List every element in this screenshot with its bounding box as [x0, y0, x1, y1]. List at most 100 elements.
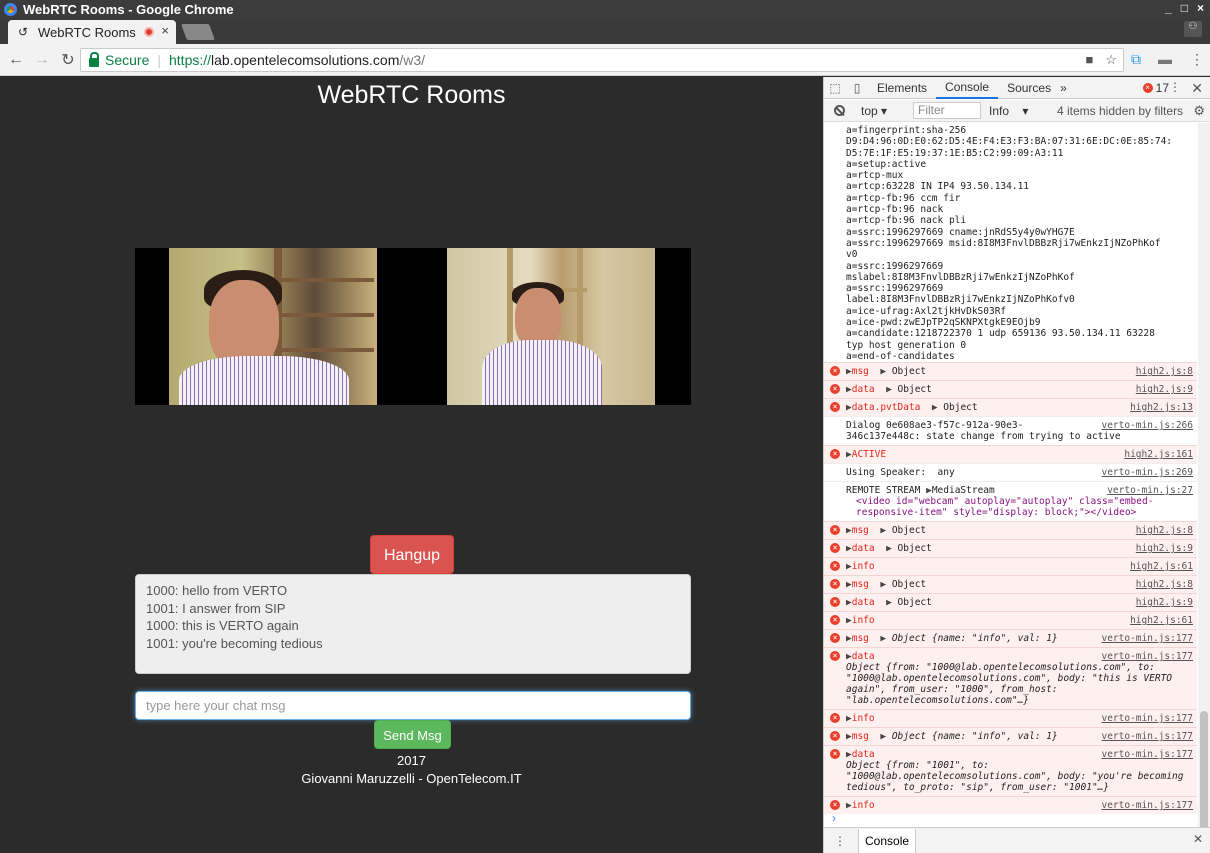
drawer-menu-icon[interactable]: ⋮ [834, 834, 846, 848]
source-link[interactable]: verto-min.js:177 [1101, 651, 1193, 662]
source-link[interactable]: high2.js:61 [1130, 615, 1193, 626]
data-object-1[interactable]: Object {from: "1000@lab.opentelecomsolut… [846, 662, 1193, 706]
maximize-button[interactable]: □ [1181, 1, 1188, 15]
data-object-2[interactable]: Object {from: "1001", to: "1000@lab.open… [846, 760, 1193, 793]
drawer-close-icon[interactable]: ✕ [1193, 832, 1203, 846]
console-row[interactable]: × ▶data verto-min.js:177 Object {from: "10… [824, 647, 1197, 710]
console-row[interactable]: × ▶data ▶ Object high2.js:9 [824, 593, 1197, 612]
hangup-button[interactable]: Hangup [370, 535, 454, 574]
sdp-line: a=rtcp-mux [846, 170, 904, 182]
camera-icon[interactable]: ■ [1085, 52, 1093, 68]
source-link[interactable]: verto-min.js:177 [1101, 800, 1193, 811]
cast-icon[interactable]: ▬ [1158, 51, 1172, 67]
source-link[interactable]: verto-min.js:177 [1101, 731, 1193, 742]
console-row[interactable]: × ▶info high2.js:61 [824, 557, 1197, 576]
sdp-line: a=ssrc:1996297669 msid:8I8M3FnvlDBBzRji7… [846, 237, 1161, 249]
settings-gear-icon[interactable]: ⚙ [1193, 103, 1205, 119]
console-row[interactable]: × ▶msg ▶ Object high2.js:8 [824, 521, 1197, 540]
console-row[interactable]: Using Speaker: any verto-min.js:269 [824, 463, 1197, 481]
console-output[interactable]: a=fingerprint:sha-256 D9:D4:96:0D:E0:62:D… [824, 123, 1197, 835]
error-icon: × [1142, 83, 1153, 93]
send-msg-button[interactable]: Send Msg [374, 720, 451, 749]
source-link[interactable]: high2.js:61 [1130, 561, 1193, 572]
source-link[interactable]: verto-min.js:177 [1101, 749, 1193, 760]
reload-icon[interactable]: ↻ [58, 50, 78, 70]
console-row[interactable]: × ▶data ▶ Object high2.js:9 [824, 539, 1197, 558]
sdp-line: typ host generation 0 [846, 339, 967, 351]
sdp-line: a=end-of-candidates [846, 350, 955, 362]
window-titlebar: WebRTC Rooms - Google Chrome _ □ × [0, 0, 1210, 18]
device-toolbar-icon[interactable]: ▯ [846, 81, 868, 95]
source-link[interactable]: high2.js:8 [1136, 366, 1193, 377]
console-row[interactable]: × ▶info high2.js:61 [824, 611, 1197, 630]
scrollbar-thumb[interactable] [1200, 711, 1208, 833]
more-tabs-button[interactable]: » [1060, 81, 1067, 95]
bookmark-star-icon[interactable]: ☆ [1105, 52, 1117, 68]
drawer-tab-console[interactable]: Console [858, 828, 917, 853]
console-row[interactable]: × ▶ACTIVE high2.js:161 [824, 445, 1197, 464]
hidden-items-note: 4 items hidden by filters [1057, 103, 1184, 118]
console-row[interactable]: × ▶msg ▶ Object {name: "info", val: 1} ver… [824, 629, 1197, 648]
sdp-line: v0 [846, 249, 858, 261]
console-row[interactable]: × ▶info verto-min.js:177 [824, 796, 1197, 815]
console-row[interactable]: × ▶data verto-min.js:177 Object {from: "10… [824, 745, 1197, 797]
source-link[interactable]: verto-min.js:177 [1101, 713, 1193, 724]
new-tab-button[interactable] [181, 24, 215, 40]
source-link[interactable]: high2.js:9 [1136, 384, 1193, 395]
browser-tab[interactable]: ↺ WebRTC Rooms × [8, 20, 176, 44]
source-link[interactable]: high2.js:9 [1136, 597, 1193, 608]
inspect-element-icon[interactable]: ⬚ [824, 81, 846, 95]
sdp-line: mslabel:8I8M3FnvlDBBzRji7wEnkzIjNZoPhKof [846, 271, 1075, 283]
menu-kebab-icon[interactable]: ⋮ [1190, 51, 1204, 68]
console-row[interactable]: × ▶msg ▶ Object high2.js:8 [824, 362, 1197, 381]
console-scrollbar[interactable] [1198, 123, 1210, 835]
source-link[interactable]: high2.js:13 [1130, 402, 1193, 413]
tab-close-button[interactable]: × [161, 23, 169, 38]
tab-console[interactable]: Console [936, 77, 999, 99]
console-row[interactable]: × ▶msg ▶ Object {name: "info", val: 1} ver… [824, 727, 1197, 746]
chat-line: 1000: hello from VERTO [146, 583, 288, 598]
console-row[interactable]: × ▶data ▶ Object high2.js:9 [824, 380, 1197, 399]
source-link[interactable]: high2.js:8 [1136, 579, 1193, 590]
chat-input[interactable]: type here your chat msg [135, 691, 691, 720]
source-link[interactable]: high2.js:161 [1124, 449, 1193, 460]
minimize-button[interactable]: _ [1165, 1, 1172, 15]
devtools-drawer: ⋮ Console ✕ [824, 827, 1210, 853]
tab-sources[interactable]: Sources [998, 77, 1060, 99]
devtools-tabbar: ⬚ ▯ Elements Console Sources » × 17 ⋮ ✕ [824, 77, 1210, 99]
source-link[interactable]: high2.js:9 [1136, 543, 1193, 554]
sdp-line: a=candidate:1218722370 1 udp 659136 93.5… [846, 328, 1155, 340]
video-element-node[interactable]: <video id="webcam" autoplay="autoplay" c… [846, 496, 1193, 518]
console-row[interactable]: Dialog 0e608ae3-f57c-912a-90e3- verto-min… [824, 416, 1197, 445]
sdp-line: D5:7E:1F:E5:19:37:1E:B5:C2:99:09:A3:11 [846, 147, 1064, 159]
chat-line: 1001: you're becoming tedious [146, 635, 323, 651]
console-filter-bar: top ▾ Filter Info ▾ 4 items hidden by fi… [824, 100, 1210, 122]
log-level-select[interactable]: Info ▾ [989, 104, 1051, 118]
tab-elements[interactable]: Elements [868, 77, 936, 99]
source-link[interactable]: verto-min.js:27 [1107, 485, 1193, 496]
devtools-close-icon[interactable]: ✕ [1191, 80, 1203, 97]
source-link[interactable]: high2.js:8 [1136, 525, 1193, 536]
extension-icon[interactable]: ⧉ [1131, 51, 1141, 68]
console-row[interactable]: REMOTE STREAM ▶MediaStream verto-min.js:2… [824, 481, 1197, 521]
console-row[interactable]: × ▶msg ▶ Object high2.js:8 [824, 575, 1197, 594]
console-row[interactable]: × ▶data.pvtData ▶ Object high2.js:13 [824, 398, 1197, 417]
source-link[interactable]: verto-min.js:266 [1101, 420, 1193, 431]
forward-arrow-icon[interactable]: → [32, 51, 52, 69]
source-link[interactable]: verto-min.js:269 [1101, 467, 1193, 478]
context-select[interactable]: top ▾ [861, 104, 905, 118]
error-count-badge[interactable]: × 17 [1142, 81, 1169, 95]
source-link[interactable]: verto-min.js:177 [1101, 633, 1193, 644]
close-window-button[interactable]: × [1197, 1, 1204, 15]
profile-icon[interactable]: ⚇ [1184, 21, 1202, 37]
chat-log[interactable]: 1000: hello from VERTO 1001: I answer fr… [135, 574, 691, 674]
sdp-line: a=setup:active [846, 158, 927, 170]
devtools-menu-icon[interactable]: ⋮ [1169, 80, 1181, 94]
console-prompt-icon[interactable]: › [832, 811, 836, 825]
filter-input[interactable]: Filter [913, 102, 981, 119]
console-row[interactable]: × ▶info verto-min.js:177 [824, 709, 1197, 728]
clear-console-icon[interactable] [834, 105, 845, 116]
video-container [135, 248, 691, 405]
address-bar[interactable]: Secure | https:// lab.opentelecomsolutio… [80, 48, 1124, 72]
back-arrow-icon[interactable]: ← [6, 51, 26, 69]
